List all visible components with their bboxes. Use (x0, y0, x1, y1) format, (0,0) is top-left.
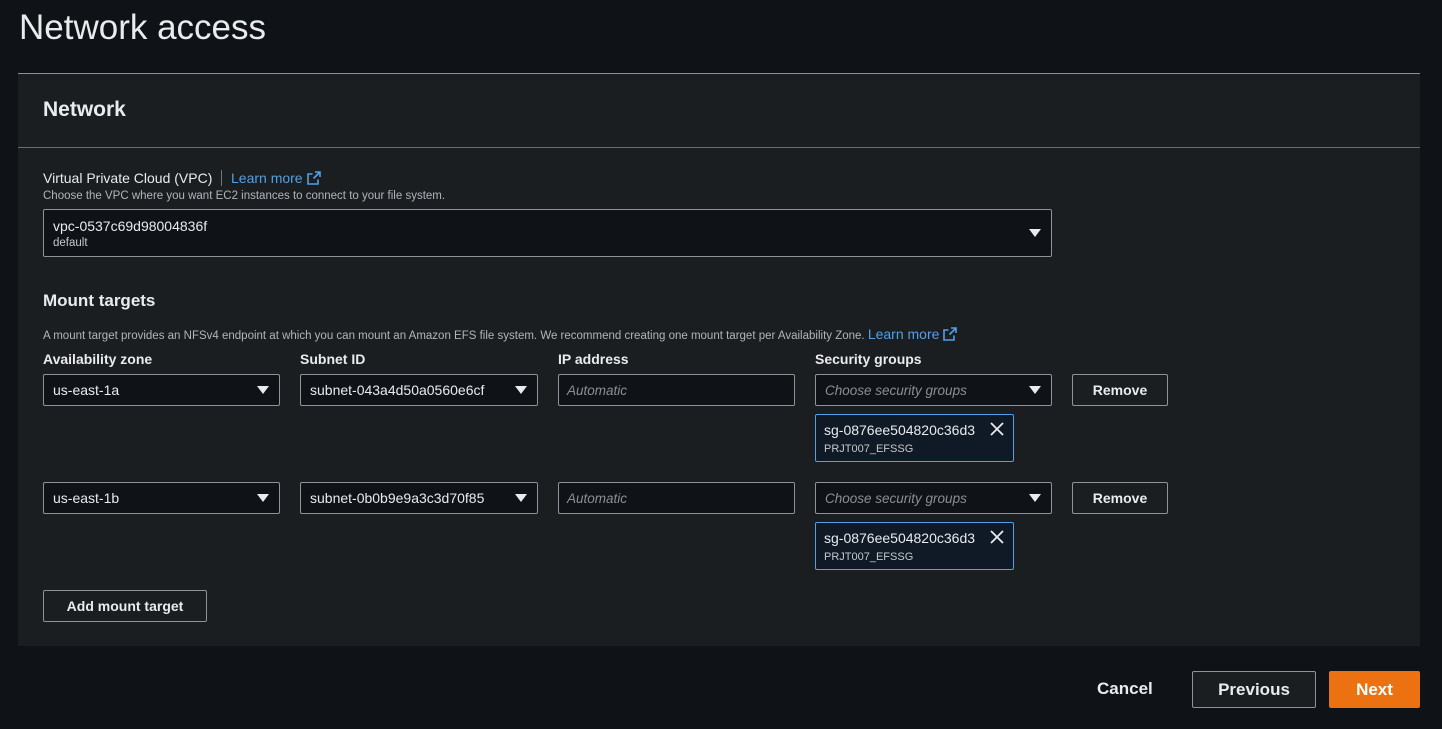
security-group-id: sg-0876ee504820c36d3 (824, 422, 976, 438)
previous-button[interactable]: Previous (1192, 671, 1316, 708)
caret-down-icon (1029, 494, 1041, 502)
caret-down-icon (1029, 229, 1041, 237)
remove-button[interactable]: Remove (1072, 374, 1168, 406)
mount-targets-title: Mount targets (43, 291, 156, 310)
security-groups-select[interactable]: Choose security groups (815, 482, 1052, 514)
security-group-name: PRJT007_EFSSG (824, 443, 914, 455)
panel-header: Network (18, 74, 1420, 148)
vpc-selected-value: vpc-0537c69d98004836f (53, 218, 208, 234)
col-security-groups: Security groups (815, 351, 922, 367)
next-button[interactable]: Next (1329, 671, 1420, 708)
caret-down-icon (515, 494, 527, 502)
col-ip-address: IP address (558, 351, 629, 367)
security-groups-placeholder: Choose security groups (825, 491, 967, 506)
ip-address-placeholder: Automatic (567, 491, 628, 506)
vpc-learn-more-text[interactable]: Learn more (231, 170, 303, 186)
mount-targets-description: A mount target provides an NFSv4 endpoin… (43, 326, 958, 344)
close-icon[interactable] (989, 421, 1005, 442)
availability-zone-select[interactable]: us-east-1a (43, 374, 280, 406)
vpc-description: Choose the VPC where you want EC2 instan… (43, 190, 446, 202)
cancel-button[interactable]: Cancel (1097, 679, 1153, 699)
mount-targets-learn-more-link[interactable]: Learn more (868, 326, 958, 342)
availability-zone-value: us-east-1a (53, 382, 120, 398)
ip-address-input[interactable]: Automatic (558, 374, 795, 406)
security-group-id: sg-0876ee504820c36d3 (824, 530, 976, 546)
ip-address-placeholder: Automatic (567, 383, 628, 398)
caret-down-icon (257, 386, 269, 394)
vpc-select[interactable]: vpc-0537c69d98004836f default (43, 209, 1052, 257)
network-panel: Network Virtual Private Cloud (VPC) Lear… (18, 73, 1420, 646)
subnet-select[interactable]: subnet-043a4d50a0560e6cf (300, 374, 538, 406)
col-subnet-id: Subnet ID (300, 351, 366, 367)
add-mount-target-button[interactable]: Add mount target (43, 590, 207, 622)
label-divider (221, 170, 222, 186)
security-groups-select[interactable]: Choose security groups (815, 374, 1052, 406)
col-availability-zone: Availability zone (43, 351, 153, 367)
subnet-value: subnet-0b0b9e9a3c3d70f85 (310, 490, 485, 506)
vpc-label: Virtual Private Cloud (VPC) (43, 170, 213, 186)
vpc-selected-sub: default (53, 237, 88, 249)
security-group-name: PRJT007_EFSSG (824, 551, 914, 563)
caret-down-icon (257, 494, 269, 502)
external-link-icon (306, 171, 321, 188)
vpc-learn-more-link[interactable]: Learn more (231, 170, 321, 188)
external-link-icon (943, 327, 958, 344)
security-group-token: sg-0876ee504820c36d3 PRJT007_EFSSG (815, 522, 1014, 570)
caret-down-icon (1029, 386, 1041, 394)
close-icon[interactable] (989, 529, 1005, 550)
page-title: Network access (19, 8, 267, 47)
mount-targets-learn-more-text[interactable]: Learn more (868, 326, 940, 342)
availability-zone-select[interactable]: us-east-1b (43, 482, 280, 514)
panel-title: Network (43, 98, 126, 121)
mount-targets-description-text: A mount target provides an NFSv4 endpoin… (43, 330, 865, 342)
remove-button[interactable]: Remove (1072, 482, 1168, 514)
security-groups-placeholder: Choose security groups (825, 383, 967, 398)
subnet-value: subnet-043a4d50a0560e6cf (310, 382, 485, 398)
subnet-select[interactable]: subnet-0b0b9e9a3c3d70f85 (300, 482, 538, 514)
ip-address-input[interactable]: Automatic (558, 482, 795, 514)
security-group-token: sg-0876ee504820c36d3 PRJT007_EFSSG (815, 414, 1014, 462)
availability-zone-value: us-east-1b (53, 490, 120, 506)
caret-down-icon (515, 386, 527, 394)
